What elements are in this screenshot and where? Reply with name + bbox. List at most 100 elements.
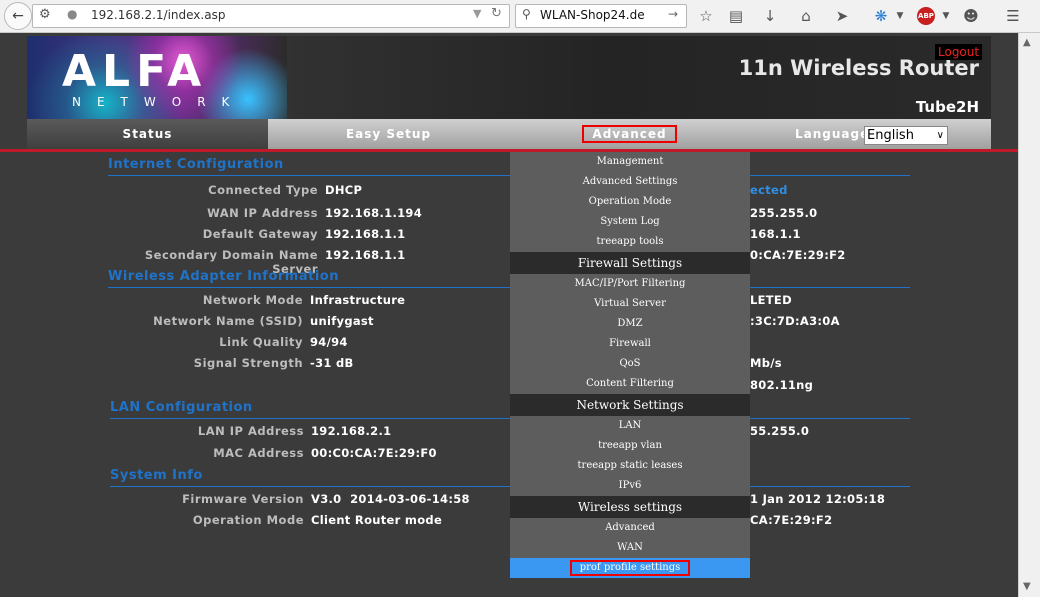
row-label: Default Gateway [202, 227, 318, 241]
browser-toolbar: ← ⚙ ● 192.168.2.1/index.asp ▼ ↻ ⚲ WLAN-S… [0, 0, 1040, 33]
row-label: Network Mode [202, 293, 303, 307]
menu-item-virtual-server[interactable]: Virtual Server [510, 294, 750, 314]
dropdown-arrow-icon[interactable]: ▼ [473, 7, 481, 20]
menu-item-content-filtering[interactable]: Content Filtering [510, 374, 750, 394]
header-banner: ALFA NETWORK 11n Wireless Router Tube2H [27, 36, 991, 120]
row-value: V3.0 2014-03-06-14:58 [311, 492, 470, 506]
logo-subtitle: NETWORK [72, 95, 246, 109]
menu-item-ipv6[interactable]: IPv6 [510, 476, 750, 496]
adblock-icon[interactable]: ABP [917, 7, 935, 25]
search-icon: ⚲ [522, 7, 531, 21]
back-arrow-icon[interactable]: ← [4, 2, 32, 30]
row-value: 192.168.1.194 [325, 206, 423, 220]
scroll-down-icon[interactable]: ▼ [1023, 581, 1031, 592]
section-lan-title: LAN Configuration [110, 400, 253, 415]
row-value: 192.168.1.1 [325, 248, 406, 262]
logout-link[interactable]: Logout [935, 44, 983, 60]
site-info-icon[interactable]: ⚙ [39, 7, 51, 22]
menu-icon[interactable]: ☰ [1002, 5, 1024, 27]
menu-heading-firewall: Firewall Settings [510, 252, 750, 274]
chevron-down-icon: ∨ [936, 130, 944, 141]
menu-item-mac-ip-port-filtering[interactable]: MAC/IP/Port Filtering [510, 274, 750, 294]
row-value: 192.168.1.1 [325, 227, 406, 241]
tab-easy-setup[interactable]: Easy Setup [268, 119, 509, 149]
row-value: DHCP [325, 183, 363, 197]
right-value: 255.255.0 [750, 206, 818, 220]
right-value: LETED [750, 293, 792, 307]
search-input[interactable]: WLAN-Shop24.de [540, 8, 645, 22]
search-go-icon[interactable]: → [668, 7, 678, 21]
url-bar[interactable]: ⚙ ● 192.168.2.1/index.asp ▼ ↻ [32, 4, 510, 28]
section-divider [110, 486, 510, 487]
right-value: ected [750, 183, 788, 197]
menu-item-lan[interactable]: LAN [510, 416, 750, 436]
menu-item-system-log[interactable]: System Log [510, 212, 750, 232]
url-text: 192.168.2.1/index.asp [91, 8, 226, 22]
language-select[interactable]: English ∨ [864, 126, 948, 145]
section-divider [108, 287, 510, 288]
right-value: 1 Jan 2012 12:05:18 [750, 492, 886, 506]
section-wireless-title: Wireless Adapter Information [108, 269, 339, 284]
chevron-down-icon[interactable]: ▼ [889, 5, 911, 27]
scroll-up-icon[interactable]: ▲ [1023, 37, 1031, 48]
row-value: Infrastructure [310, 293, 406, 307]
row-value: unifygast [310, 314, 374, 328]
menu-item-treeapp-tools[interactable]: treeapp tools [510, 232, 750, 252]
reading-list-icon[interactable]: ▤ [725, 5, 747, 27]
menu-item-prof-profile-settings[interactable]: prof profile settings [510, 558, 750, 578]
language-value: English [867, 128, 914, 143]
row-label: Network Name (SSID) [153, 314, 303, 328]
send-icon[interactable]: ➤ [831, 5, 853, 27]
tab-advanced-label: Advanced [582, 125, 677, 143]
section-system-title: System Info [110, 468, 203, 483]
router-page: ALFA NETWORK 11n Wireless Router Tube2H … [0, 33, 1018, 597]
menu-heading-network: Network Settings [510, 394, 750, 416]
alfa-logo: ALFA [62, 46, 208, 97]
menu-item-operation-mode[interactable]: Operation Mode [510, 192, 750, 212]
menu-item-qos[interactable]: QoS [510, 354, 750, 374]
menu-item-treeapp-static-leases[interactable]: treeapp static leases [510, 456, 750, 476]
tab-status[interactable]: Status [27, 119, 268, 149]
menu-item-prof-label: prof profile settings [569, 560, 691, 576]
row-value: 94/94 [310, 335, 348, 349]
row-label: Signal Strength [193, 356, 303, 370]
home-icon[interactable]: ⌂ [795, 5, 817, 27]
page-scrollbar[interactable]: ▲ ▼ [1018, 33, 1040, 597]
menu-item-advanced-settings[interactable]: Advanced Settings [510, 172, 750, 192]
section-divider [750, 486, 910, 487]
row-label: MAC Address [213, 446, 304, 460]
download-icon[interactable]: ↓ [759, 5, 781, 27]
main-nav: Status Easy Setup Advanced Language Engl… [27, 119, 991, 149]
menu-item-treeapp-vlan[interactable]: treeapp vlan [510, 436, 750, 456]
section-internet-title: Internet Configuration [108, 157, 284, 172]
search-bar[interactable]: ⚲ WLAN-Shop24.de → [515, 4, 687, 28]
advanced-dropdown-menu: Management Advanced Settings Operation M… [510, 152, 750, 578]
right-value: 55.255.0 [750, 424, 810, 438]
right-value: :3C:7D:A3:0A [750, 314, 840, 328]
right-value: 168.1.1 [750, 227, 801, 241]
row-value: -31 dB [310, 356, 354, 370]
section-divider [108, 175, 510, 176]
right-value: Mb/s [750, 356, 782, 370]
right-value: 802.11ng [750, 378, 814, 392]
menu-item-dmz[interactable]: DMZ [510, 314, 750, 334]
reload-icon[interactable]: ↻ [491, 6, 502, 21]
chevron-down-icon[interactable]: ▼ [935, 5, 957, 27]
section-divider [750, 287, 910, 288]
globe-icon: ● [67, 7, 78, 21]
menu-item-management[interactable]: Management [510, 152, 750, 172]
menu-item-wireless-advanced[interactable]: Advanced [510, 518, 750, 538]
row-label: WAN IP Address [207, 206, 318, 220]
chat-icon[interactable]: ☻ [960, 5, 982, 27]
tab-advanced[interactable]: Advanced [509, 119, 750, 149]
star-icon[interactable]: ☆ [695, 5, 717, 27]
row-label: Link Quality [219, 335, 303, 349]
menu-item-firewall[interactable]: Firewall [510, 334, 750, 354]
language-label: Language [795, 127, 870, 141]
right-value: 0:CA:7E:29:F2 [750, 248, 846, 262]
menu-item-wan[interactable]: WAN [510, 538, 750, 558]
row-label: LAN IP Address [197, 424, 304, 438]
right-value: CA:7E:29:F2 [750, 513, 833, 527]
row-value: 192.168.2.1 [311, 424, 392, 438]
menu-heading-wireless: Wireless settings [510, 496, 750, 518]
